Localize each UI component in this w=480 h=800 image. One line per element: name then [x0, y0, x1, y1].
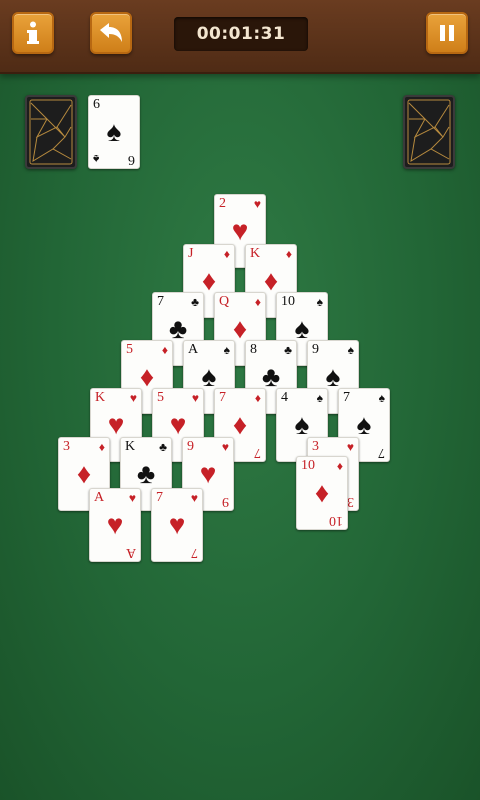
card-suit-small: ♥: [221, 440, 229, 454]
card-suit: ♦: [314, 478, 330, 509]
card-rank: 7: [156, 490, 163, 505]
pyramid-card[interactable]: 10 ♦ ♦ 10: [296, 456, 348, 530]
card-suit-small: ♥: [191, 391, 199, 405]
pause-icon: [440, 25, 454, 41]
card-rank-bottom: 7: [191, 545, 198, 560]
card-rank: 9: [187, 439, 194, 454]
card-rank-bottom: 10: [329, 513, 343, 528]
card-suit: ♠: [106, 117, 122, 148]
card-suit-small: ♦: [336, 459, 343, 473]
card-suit-small: ♣: [284, 343, 292, 357]
card-suit-small: ♥: [253, 197, 261, 211]
card-rank: J: [188, 246, 194, 261]
card-suit-small: ♥: [129, 391, 137, 405]
card-suit-small: ♦: [161, 343, 168, 357]
card-suit-small: ♦: [223, 247, 230, 261]
discard-pile[interactable]: [403, 95, 455, 169]
card-rank-bottom: 3: [347, 494, 354, 509]
stock-pile[interactable]: [25, 95, 77, 169]
info-icon: [27, 21, 39, 44]
pyramid-card[interactable]: A ♥ ♥ A: [89, 488, 141, 562]
card-suit-small: ♠: [316, 295, 323, 309]
card-rank: 2: [219, 196, 226, 211]
card-rank: 5: [126, 342, 133, 357]
card-suit-small: ♠: [347, 343, 354, 357]
card-back-pattern: [407, 99, 451, 165]
waste-card[interactable]: 6 ♠ ♠ 6: [88, 95, 140, 169]
card-suit: ♥: [168, 510, 186, 541]
card-rank: 3: [63, 439, 70, 454]
undo-button[interactable]: [90, 12, 132, 54]
card-rank: A: [94, 490, 105, 505]
card-rank: 8: [250, 342, 257, 357]
card-suit: ♣: [136, 459, 156, 490]
card-suit: ♥: [106, 510, 124, 541]
card-rank: A: [188, 342, 199, 357]
card-rank-bottom: 7: [254, 445, 261, 460]
card-rank: 6: [93, 97, 100, 112]
card-suit-small: ♣: [191, 295, 199, 309]
card-rank: K: [125, 439, 136, 454]
card-rank: 10: [281, 294, 295, 309]
card-rank-bottom: 7: [378, 445, 385, 460]
card-suit-small: ♦: [98, 440, 105, 454]
card-suit-small: ♠: [378, 391, 385, 405]
card-rank: 7: [343, 390, 350, 405]
undo-arrow-icon: [100, 23, 122, 42]
card-suit-small: ♠: [316, 391, 323, 405]
card-rank: 7: [157, 294, 164, 309]
card-suit-small: ♥: [128, 491, 136, 505]
card-rank: 7: [219, 390, 226, 405]
card-suit-small: ♦: [285, 247, 292, 261]
card-rank-bottom: A: [125, 545, 136, 560]
card-suit-small: ♠: [223, 343, 230, 357]
card-rank: 5: [157, 390, 164, 405]
top-bar: 00:01:31: [0, 0, 480, 74]
card-suit-small: ♥: [190, 491, 198, 505]
card-suit: ♥: [231, 216, 249, 247]
card-suit-small: ♦: [254, 295, 261, 309]
card-suit: ♥: [199, 459, 217, 490]
card-rank: 3: [312, 439, 319, 454]
card-rank-bottom: 9: [222, 494, 229, 509]
card-rank: 9: [312, 342, 319, 357]
game-timer: 00:01:31: [174, 17, 308, 51]
card-suit-small: ♦: [254, 391, 261, 405]
card-back-pattern: [29, 99, 73, 165]
info-button[interactable]: [12, 12, 54, 54]
card-suit-small: ♥: [346, 440, 354, 454]
card-rank: 10: [301, 458, 315, 473]
card-suit-small: ♣: [159, 440, 167, 454]
card-rank-bottom: 6: [128, 152, 135, 167]
card-rank: Q: [219, 294, 230, 309]
card-suit: ♦: [76, 459, 92, 490]
card-suit-small: ♠: [93, 152, 100, 166]
pyramid-card[interactable]: 7 ♥ ♥ 7: [151, 488, 203, 562]
pause-button[interactable]: [426, 12, 468, 54]
card-rank: K: [250, 246, 261, 261]
card-rank: K: [95, 390, 106, 405]
card-rank: 4: [281, 390, 288, 405]
